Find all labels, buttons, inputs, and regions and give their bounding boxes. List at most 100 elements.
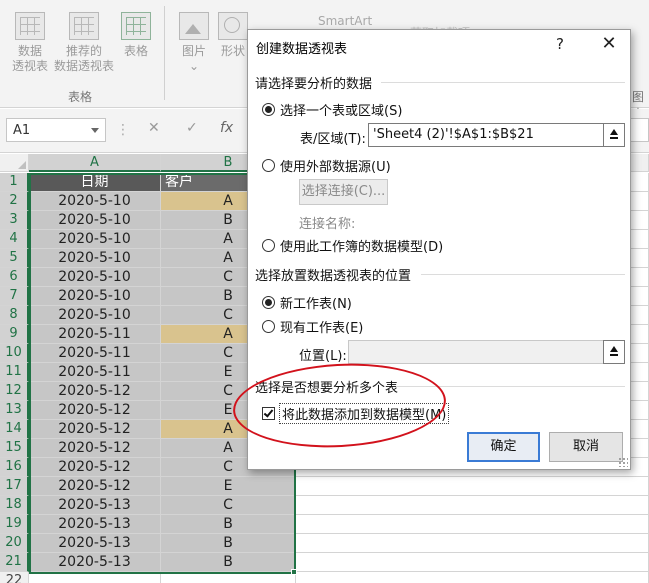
cell-c[interactable] <box>296 515 649 534</box>
cell-b[interactable] <box>161 572 296 583</box>
radio-external-source[interactable]: 使用外部数据源(U) <box>262 156 391 175</box>
fill-handle[interactable] <box>291 569 297 575</box>
cell-a[interactable]: 2020-5-12 <box>29 382 161 401</box>
row-header[interactable]: 5 <box>0 249 29 268</box>
close-icon[interactable]: ✕ <box>598 33 620 54</box>
cell-a[interactable]: 2020-5-12 <box>29 420 161 439</box>
collapse-arrow-icon <box>610 346 618 352</box>
radio-existing-worksheet[interactable]: 现有工作表(E) <box>262 317 363 336</box>
pivot-table-icon <box>15 12 45 40</box>
cell-b[interactable]: B <box>161 553 296 572</box>
cell-b[interactable]: B <box>161 534 296 553</box>
row-header[interactable]: 15 <box>0 439 29 458</box>
pictures-label: 图片 <box>181 44 206 58</box>
cell-a[interactable]: 2020-5-12 <box>29 477 161 496</box>
help-icon[interactable]: ? <box>556 35 564 53</box>
row-header[interactable]: 22 <box>0 572 29 583</box>
row-header[interactable]: 20 <box>0 534 29 553</box>
cell-c[interactable] <box>296 496 649 515</box>
cell-a[interactable]: 2020-5-13 <box>29 534 161 553</box>
cell-a[interactable] <box>29 572 161 583</box>
row-header[interactable]: 14 <box>0 420 29 439</box>
create-pivot-dialog: 创建数据透视表 ? ✕ 请选择要分析的数据 选择一个表或区域(S) 表/区域(T… <box>247 29 631 470</box>
range-input[interactable]: 'Sheet4 (2)'!$A$1:$B$21 <box>368 123 604 147</box>
row-header[interactable]: 21 <box>0 553 29 572</box>
resize-grip-icon[interactable] <box>618 457 628 467</box>
row-header[interactable]: 1 <box>0 173 29 192</box>
cell-c[interactable] <box>296 572 649 583</box>
cell-a[interactable]: 2020-5-11 <box>29 325 161 344</box>
section-location: 选择放置数据透视表的位置 <box>255 269 412 284</box>
row-header[interactable]: 9 <box>0 325 29 344</box>
cell-a[interactable]: 2020-5-13 <box>29 496 161 515</box>
enter-icon[interactable]: ✓ <box>186 120 198 136</box>
location-collapse-button[interactable] <box>603 340 625 364</box>
radio-select-range[interactable]: 选择一个表或区域(S) <box>262 100 402 119</box>
section-divider <box>421 274 625 275</box>
radio-icon <box>262 159 275 172</box>
row-header[interactable]: 4 <box>0 230 29 249</box>
collapse-arrow-icon <box>610 129 618 135</box>
row-header[interactable]: 7 <box>0 287 29 306</box>
row-header[interactable]: 13 <box>0 401 29 420</box>
name-box-value: A1 <box>13 123 31 138</box>
row-header[interactable]: 10 <box>0 344 29 363</box>
row-header[interactable]: 18 <box>0 496 29 515</box>
cell-a[interactable]: 2020-5-10 <box>29 306 161 325</box>
cell-b[interactable]: C <box>161 496 296 515</box>
cell-a[interactable]: 2020-5-12 <box>29 439 161 458</box>
recommended-pivot-button[interactable]: 推荐的 数据透视表 <box>52 12 116 74</box>
add-to-data-model-checkbox[interactable]: 将此数据添加到数据模型(M) <box>262 403 450 424</box>
cell-a[interactable]: 2020-5-10 <box>29 287 161 306</box>
name-box[interactable]: A1 <box>6 118 106 142</box>
radio-new-worksheet[interactable]: 新工作表(N) <box>262 293 352 312</box>
cancel-icon[interactable]: ✕ <box>148 120 160 136</box>
cell-a[interactable]: 2020-5-10 <box>29 230 161 249</box>
row-header[interactable]: 11 <box>0 363 29 382</box>
row-header[interactable]: 3 <box>0 211 29 230</box>
cell-a[interactable]: 2020-5-11 <box>29 363 161 382</box>
row-header[interactable]: 12 <box>0 382 29 401</box>
cell-a[interactable]: 日期 <box>29 173 161 192</box>
pivot-table-button[interactable]: 数据 透视表 <box>8 12 52 74</box>
row-header[interactable]: 6 <box>0 268 29 287</box>
column-header-a[interactable]: A <box>29 154 161 172</box>
cell-a[interactable]: 2020-5-10 <box>29 249 161 268</box>
shapes-button[interactable]: 形状 <box>218 12 248 59</box>
cell-a[interactable]: 2020-5-12 <box>29 401 161 420</box>
cell-a[interactable]: 2020-5-10 <box>29 268 161 287</box>
location-label: 位置(L): <box>299 349 347 364</box>
row-header[interactable]: 19 <box>0 515 29 534</box>
pictures-button[interactable]: 图片 ⌄ <box>176 12 212 74</box>
location-input[interactable] <box>348 340 604 364</box>
radio-data-model[interactable]: 使用此工作簿的数据模型(D) <box>262 236 443 255</box>
cell-a[interactable]: 2020-5-13 <box>29 553 161 572</box>
cell-c[interactable] <box>296 477 649 496</box>
insert-function-icon[interactable]: fx <box>220 120 233 136</box>
cancel-button[interactable]: 取消 <box>549 432 623 462</box>
cell-a[interactable]: 2020-5-11 <box>29 344 161 363</box>
smartart-button[interactable]: SmartArt <box>318 14 372 28</box>
row-header[interactable]: 16 <box>0 458 29 477</box>
cell-b[interactable]: B <box>161 515 296 534</box>
select-all-corner[interactable] <box>0 154 29 172</box>
row-header[interactable]: 8 <box>0 306 29 325</box>
cell-a[interactable]: 2020-5-12 <box>29 458 161 477</box>
section-divider <box>381 82 625 83</box>
cell-a[interactable]: 2020-5-10 <box>29 211 161 230</box>
table-label: 表格 <box>123 44 148 58</box>
choose-connection-button[interactable]: 选择连接(C)... <box>299 179 388 205</box>
cell-c[interactable] <box>296 553 649 572</box>
cell-a[interactable]: 2020-5-13 <box>29 515 161 534</box>
shapes-label: 形状 <box>220 44 245 58</box>
range-label: 表/区域(T): <box>300 132 366 147</box>
dialog-title: 创建数据透视表 <box>256 42 348 57</box>
row-header[interactable]: 2 <box>0 192 29 211</box>
table-button[interactable]: 表格 <box>118 12 154 59</box>
ok-button[interactable]: 确定 <box>467 432 540 462</box>
range-collapse-button[interactable] <box>603 123 625 147</box>
row-header[interactable]: 17 <box>0 477 29 496</box>
cell-c[interactable] <box>296 534 649 553</box>
cell-b[interactable]: E <box>161 477 296 496</box>
cell-a[interactable]: 2020-5-10 <box>29 192 161 211</box>
